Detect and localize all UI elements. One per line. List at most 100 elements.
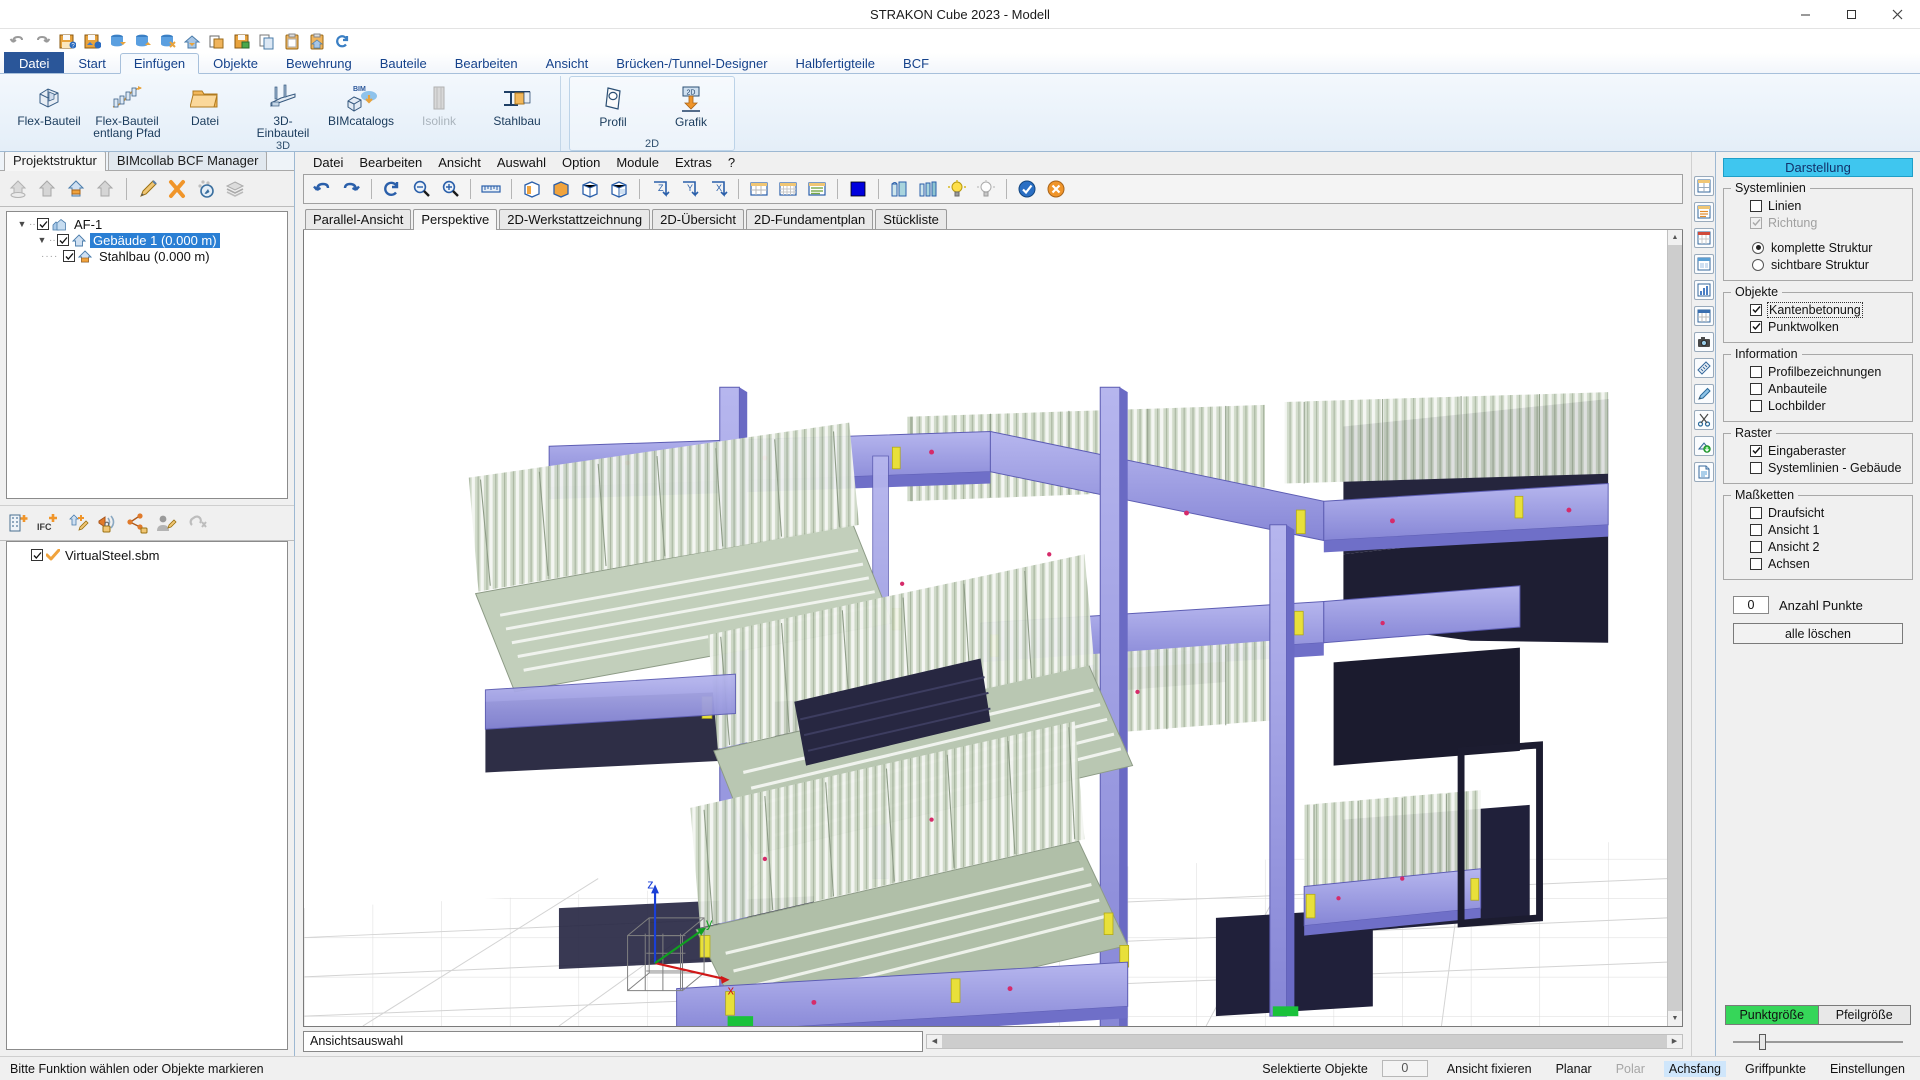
status-einstellungen[interactable]: Einstellungen [1825,1061,1910,1077]
checkbox-row-profilbezeichnungen[interactable]: Profilbezeichnungen [1730,363,1906,380]
checkbox-ansicht-1[interactable] [1750,523,1762,536]
database-import-icon[interactable] [106,30,128,52]
view-pane-icon[interactable] [1693,254,1714,274]
anzahl-punkte-input[interactable]: 0 [1733,596,1769,614]
unlink-icon[interactable] [185,510,211,536]
cancel-x-icon[interactable] [1042,176,1070,202]
tree-expand-icon[interactable]: ▼ [15,219,29,229]
redo-icon[interactable] [31,30,53,52]
flex-bauteil-entlang-pfad-button[interactable]: Flex-Bauteil entlang Pfad [88,79,166,140]
share-unlock-icon[interactable] [124,510,150,536]
view-tab-perspektive[interactable]: Perspektive [413,209,498,230]
view-tab-2d-fundamentplan[interactable]: 2D-Fundamentplan [745,209,874,229]
model-checkbox[interactable] [31,549,43,561]
menu-auswahl[interactable]: Auswahl [489,154,554,171]
checkbox-systemlinien-gebaeude[interactable] [1750,461,1762,474]
copy-folder-icon[interactable] [206,30,228,52]
tab-punktgroesse[interactable]: Punktgröße [1725,1005,1819,1025]
checkbox-eingaberaster[interactable] [1750,444,1762,457]
checkbox-row-draufsicht[interactable]: Draufsicht [1730,504,1906,521]
scroll-left-icon[interactable]: ◀ [927,1035,942,1048]
ruler-icon[interactable] [477,176,505,202]
view-list-icon[interactable] [1693,202,1714,222]
flex-bauteil-button[interactable]: Flex-Bauteil [10,79,88,137]
bimcatalogs-button[interactable]: BIM BIMcatalogs [322,79,400,137]
list-table-icon[interactable] [803,176,831,202]
checkbox-row-systemlinien-gebaeude[interactable]: Systemlinien - Gebäude [1730,459,1906,476]
checkbox-row-kantenbetonung[interactable]: Kantenbetonung [1730,301,1906,318]
refresh-view-icon[interactable] [378,176,406,202]
view-grid-icon[interactable] [1693,176,1714,196]
checkbox-richtung[interactable] [1750,216,1762,229]
close-icon[interactable] [1874,0,1920,29]
table-red-icon[interactable] [1693,228,1714,248]
move-out-icon[interactable] [5,176,31,202]
light-bulb-off-icon[interactable] [972,176,1000,202]
3d-einbauteil-button[interactable]: 3D-Einbauteil [244,79,322,140]
tab-bimcollab-bcf-manager[interactable]: BIMcollab BCF Manager [107,151,268,170]
menu-bearbeiten[interactable]: Bearbeiten [351,154,430,171]
delete-x-icon[interactable] [164,176,190,202]
checkbox-lochbilder[interactable] [1750,399,1762,412]
ribbon-tab-bewehrung[interactable]: Bewehrung [272,52,366,73]
menu-ansicht[interactable]: Ansicht [430,154,489,171]
add-ifc-icon[interactable]: IFC [34,510,60,536]
view-tab-parallel-ansicht[interactable]: Parallel-Ansicht [305,209,412,229]
ok-check-icon[interactable] [1013,176,1041,202]
view-box-icon[interactable] [605,176,633,202]
tree-item-gebaeude-1[interactable]: ▼ ·· Gebäude 1 (0.000 m) [7,232,287,248]
view-tab-stueckliste[interactable]: Stückliste [875,209,947,229]
view-front-icon[interactable] [518,176,546,202]
project-tree[interactable]: ▼ ·· AF-1 ▼ ·· Gebäude 1 (0.000 m) ···· … [6,211,288,499]
pen-icon[interactable] [1693,384,1714,404]
axis-z-icon[interactable]: Z [646,176,674,202]
clipboard-icon[interactable] [281,30,303,52]
radio-row-komplette-struktur[interactable]: komplette Struktur [1730,239,1906,256]
model-list[interactable]: VirtualSteel.sbm [6,541,288,1050]
ribbon-tab-halbfertigteile[interactable]: Halbfertigteile [782,52,890,73]
checkbox-row-ansicht-2[interactable]: Ansicht 2 [1730,538,1906,555]
ribbon-tab-start[interactable]: Start [64,52,119,73]
view-tab-2d-werkstattzeichnung[interactable]: 2D-Werkstattzeichnung [499,209,651,229]
checkbox-row-linien[interactable]: Linien [1730,197,1906,214]
scroll-down-icon[interactable]: ▼ [1668,1011,1682,1026]
color-blue-icon[interactable] [844,176,872,202]
checkbox-profilbezeichnungen[interactable] [1750,365,1762,378]
tree-expand-icon[interactable]: ▼ [35,235,49,245]
radio-sichtbare-struktur[interactable] [1752,258,1764,271]
checkbox-row-lochbilder[interactable]: Lochbilder [1730,397,1906,414]
ribbon-tab-bruecken-tunnel-designer[interactable]: Brücken-/Tunnel-Designer [602,52,781,73]
light-bulb-on-icon[interactable] [943,176,971,202]
save-as-icon[interactable] [81,30,103,52]
export-green-icon[interactable] [1693,436,1714,456]
status-planar[interactable]: Planar [1551,1061,1597,1077]
chart-bar-icon[interactable] [1693,280,1714,300]
menu-module[interactable]: Module [608,154,667,171]
checkbox-row-achsen[interactable]: Achsen [1730,555,1906,572]
scissors-icon[interactable] [1693,410,1714,430]
refresh-icon[interactable] [331,30,353,52]
scroll-thumb[interactable] [942,1034,1667,1048]
zoom-window-icon[interactable] [407,176,435,202]
maximize-icon[interactable] [1828,0,1874,29]
edit-pencil-icon[interactable] [135,176,161,202]
checkbox-kantenbetonung[interactable] [1750,303,1762,316]
zoom-in-icon[interactable] [436,176,464,202]
undo-icon[interactable] [6,30,28,52]
section-multi-icon[interactable] [914,176,942,202]
measure-icon[interactable] [1693,358,1714,378]
checkbox-row-anbauteile[interactable]: Anbauteile [1730,380,1906,397]
add-building-icon[interactable] [63,176,89,202]
minimize-icon[interactable] [1782,0,1828,29]
view-tab-2d-uebersicht[interactable]: 2D-Übersicht [652,209,744,229]
axis-y-icon[interactable]: Y [675,176,703,202]
ribbon-tab-bauteile[interactable]: Bauteile [366,52,441,73]
grafik-button[interactable]: 2D Grafik [652,80,730,138]
redo-icon[interactable] [337,176,365,202]
menu-option[interactable]: Option [554,154,608,171]
ribbon-tab-objekte[interactable]: Objekte [199,52,272,73]
status-ansicht-fixieren[interactable]: Ansicht fixieren [1442,1061,1537,1077]
datei-button[interactable]: Datei [166,79,244,137]
grid-table-icon[interactable] [745,176,773,202]
menu-extras[interactable]: Extras [667,154,720,171]
